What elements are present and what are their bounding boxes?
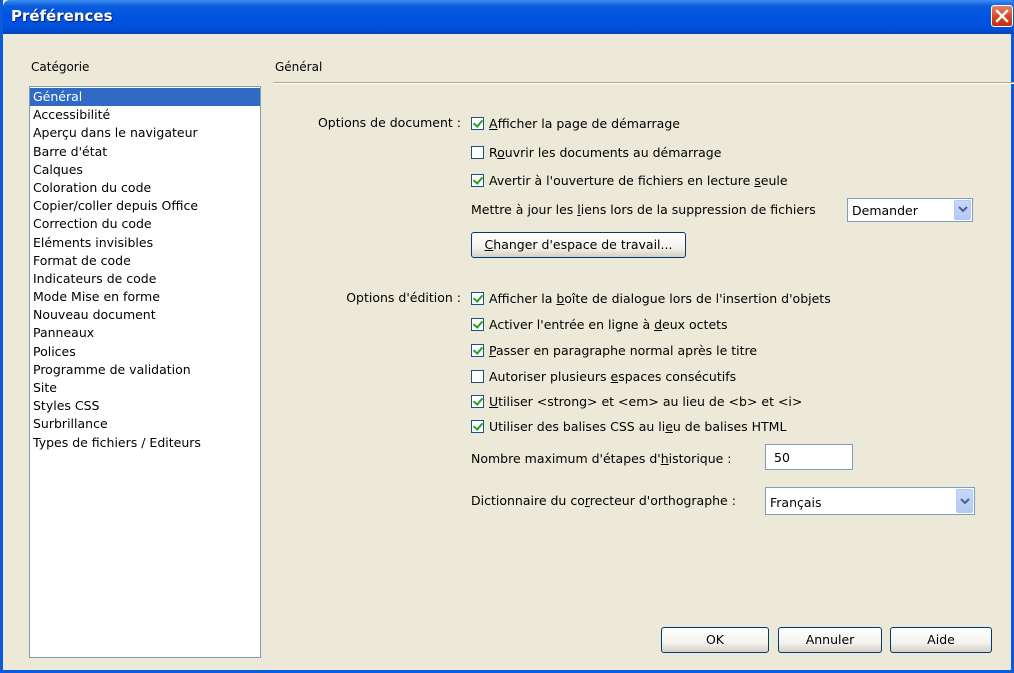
category-item[interactable]: Panneaux <box>30 324 260 342</box>
checkbox[interactable] <box>471 146 484 159</box>
checkbox-double-byte-inline[interactable]: Activer l'entrée en ligne à deux octets <box>471 316 728 334</box>
chevron-down-icon <box>960 498 970 505</box>
panel-title: Général <box>275 60 323 74</box>
checkbox[interactable] <box>471 420 484 433</box>
checkbox-reopen-documents[interactable]: Rouvrir les documents au démarrage <box>471 144 721 162</box>
history-steps-input[interactable]: 50 <box>765 444 853 470</box>
category-item[interactable]: Mode Mise en forme <box>30 288 260 306</box>
checkbox-css-tags[interactable]: Utiliser des balises CSS au lieu de bali… <box>471 418 786 436</box>
category-item[interactable]: Surbrillance <box>30 415 260 433</box>
ok-button[interactable]: OK <box>661 627 769 653</box>
checkbox-label: Avertir à l'ouverture de fichiers en lec… <box>489 173 788 188</box>
checkbox-label: Activer l'entrée en ligne à deux octets <box>489 317 728 332</box>
category-item[interactable]: Correction du code <box>30 215 260 233</box>
update-links-label: Mettre à jour les liens lors de la suppr… <box>471 202 816 217</box>
checkbox[interactable] <box>471 395 484 408</box>
cancel-button[interactable]: Annuler <box>778 627 882 653</box>
checkbox-strong-em[interactable]: Utiliser <strong> et <em> au lieu de <b>… <box>471 393 802 411</box>
help-button[interactable]: Aide <box>890 627 992 653</box>
dictionary-label: Dictionnaire du correcteur d'orthographe… <box>471 493 736 508</box>
checkbox-label: Passer en paragraphe normal après le tit… <box>489 343 758 358</box>
checkbox[interactable] <box>471 174 484 187</box>
edit-options-label: Options d'édition : <box>346 290 461 305</box>
category-item[interactable]: Barre d'état <box>30 143 260 161</box>
category-item[interactable]: Aperçu dans le navigateur <box>30 124 260 142</box>
history-steps-value: 50 <box>774 450 790 465</box>
checkbox[interactable] <box>471 318 484 331</box>
category-label: Catégorie <box>31 60 90 74</box>
window-title: Préférences <box>11 7 113 25</box>
checkbox[interactable] <box>471 292 484 305</box>
dropdown-arrow-button[interactable] <box>956 489 973 513</box>
dictionary-value: Français <box>770 495 822 510</box>
checkbox-switch-to-plain-paragraph[interactable]: Passer en paragraphe normal après le tit… <box>471 342 757 360</box>
category-item[interactable]: Accessibilité <box>30 106 260 124</box>
checkbox-label: Utiliser <strong> et <em> au lieu de <b>… <box>489 394 803 409</box>
category-item[interactable]: Styles CSS <box>30 397 260 415</box>
category-item[interactable]: Eléments invisibles <box>30 234 260 252</box>
checkbox[interactable] <box>471 117 484 130</box>
panel-separator <box>273 82 1014 84</box>
close-icon <box>995 9 1009 23</box>
category-item[interactable]: Types de fichiers / Editeurs <box>30 434 260 452</box>
preferences-dialog: Préférences Catégorie Général Accessibili… <box>0 0 1014 673</box>
category-item[interactable]: Format de code <box>30 252 260 270</box>
checkbox-label: Afficher la page de démarrage <box>489 116 680 131</box>
category-item[interactable]: Calques <box>30 161 260 179</box>
chevron-down-icon <box>958 206 968 213</box>
checkbox-warn-readonly[interactable]: Avertir à l'ouverture de fichiers en lec… <box>471 172 788 190</box>
checkbox-label: Afficher la boîte de dialogue lors de l'… <box>489 291 831 306</box>
category-item[interactable]: Copier/coller depuis Office <box>30 197 260 215</box>
change-workspace-button[interactable]: Changer d'espace de travail... <box>471 232 686 258</box>
checkbox-label: Rouvrir les documents au démarrage <box>489 145 722 160</box>
category-item[interactable]: Indicateurs de code <box>30 270 260 288</box>
category-item[interactable]: Coloration du code <box>30 179 260 197</box>
history-steps-label: Nombre maximum d'étapes d'historique : <box>471 451 732 466</box>
document-options-label: Options de document : <box>317 115 461 130</box>
update-links-select[interactable]: Demander <box>847 198 973 222</box>
checkbox-show-insert-dialog[interactable]: Afficher la boîte de dialogue lors de l'… <box>471 290 831 308</box>
category-item[interactable]: Nouveau document <box>30 306 260 324</box>
category-item[interactable]: Programme de validation <box>30 361 260 379</box>
category-item[interactable]: Polices <box>30 343 260 361</box>
dictionary-select[interactable]: Français <box>765 487 975 515</box>
category-item[interactable]: Général <box>30 88 260 107</box>
update-links-value: Demander <box>852 203 918 218</box>
checkbox-label: Autoriser plusieurs espaces consécutifs <box>489 369 737 384</box>
checkbox[interactable] <box>471 370 484 383</box>
category-list[interactable]: Général Accessibilité Aperçu dans le navig… <box>29 86 261 658</box>
title-bar[interactable]: Préférences <box>3 0 1014 34</box>
category-item[interactable]: Site <box>30 379 260 397</box>
checkbox[interactable] <box>471 344 484 357</box>
checkbox-show-start-page[interactable]: Afficher la page de démarrage <box>471 115 680 133</box>
checkbox-label: Utiliser des balises CSS au lieu de bali… <box>489 419 787 434</box>
checkbox-multiple-spaces[interactable]: Autoriser plusieurs espaces consécutifs <box>471 368 736 386</box>
close-button[interactable] <box>991 5 1013 27</box>
dropdown-arrow-button[interactable] <box>954 200 971 220</box>
